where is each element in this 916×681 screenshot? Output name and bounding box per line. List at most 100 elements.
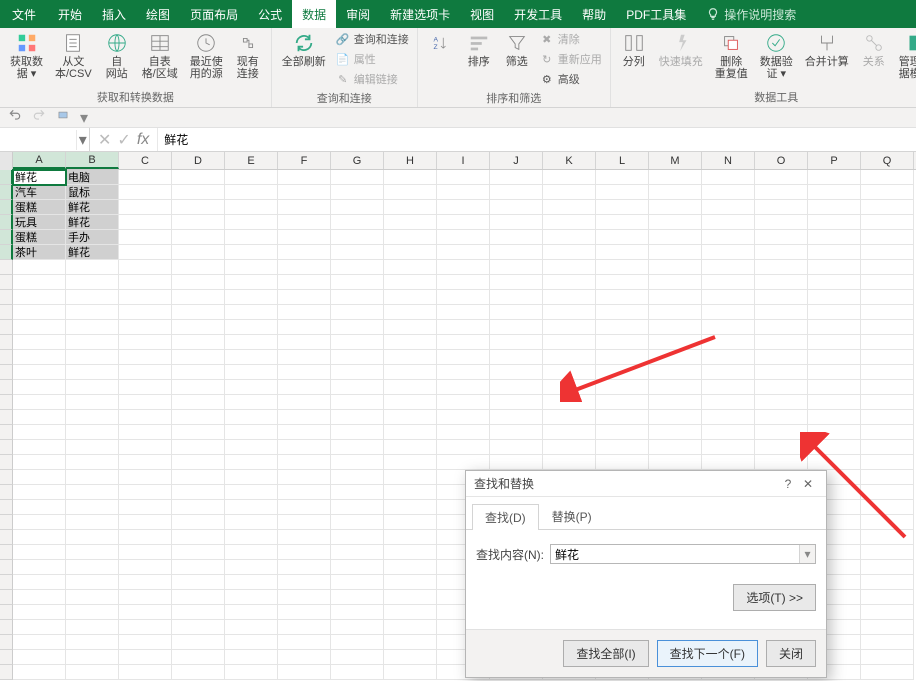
cell-C8[interactable]	[119, 275, 172, 290]
cell-D32[interactable]	[172, 635, 225, 650]
from-web-button[interactable]: 自网站	[100, 30, 134, 82]
cell-J3[interactable]	[490, 200, 543, 215]
cell-Q20[interactable]	[861, 455, 914, 470]
cell-Q2[interactable]	[861, 185, 914, 200]
cell-D16[interactable]	[172, 395, 225, 410]
cell-J9[interactable]	[490, 290, 543, 305]
cell-E3[interactable]	[225, 200, 278, 215]
cell-B24[interactable]	[66, 515, 119, 530]
text-to-columns-button[interactable]: 分列	[617, 30, 651, 70]
cell-G22[interactable]	[331, 485, 384, 500]
cell-Q27[interactable]	[861, 560, 914, 575]
cell-F24[interactable]	[278, 515, 331, 530]
row-header[interactable]	[0, 230, 13, 245]
tab-pagelayout[interactable]: 页面布局	[180, 0, 248, 28]
tab-pdf[interactable]: PDF工具集	[616, 0, 696, 28]
cell-Q26[interactable]	[861, 545, 914, 560]
cell-G6[interactable]	[331, 245, 384, 260]
row-header[interactable]	[0, 455, 13, 470]
cell-B10[interactable]	[66, 305, 119, 320]
cell-B30[interactable]	[66, 605, 119, 620]
cell-C27[interactable]	[119, 560, 172, 575]
cell-E12[interactable]	[225, 335, 278, 350]
cell-K18[interactable]	[543, 425, 596, 440]
row-header[interactable]	[0, 245, 13, 260]
cell-H33[interactable]	[384, 650, 437, 665]
cell-G21[interactable]	[331, 470, 384, 485]
cell-N6[interactable]	[702, 245, 755, 260]
cell-D17[interactable]	[172, 410, 225, 425]
cell-J14[interactable]	[490, 365, 543, 380]
tab-home[interactable]: 开始	[48, 0, 92, 28]
cell-M17[interactable]	[649, 410, 702, 425]
cell-E29[interactable]	[225, 590, 278, 605]
cell-Q9[interactable]	[861, 290, 914, 305]
cell-P1[interactable]	[808, 170, 861, 185]
cell-D18[interactable]	[172, 425, 225, 440]
cell-O10[interactable]	[755, 305, 808, 320]
cell-Q29[interactable]	[861, 590, 914, 605]
queries-connections-button[interactable]: 🔗查询和连接	[334, 30, 411, 48]
cell-O6[interactable]	[755, 245, 808, 260]
cell-K20[interactable]	[543, 455, 596, 470]
row-header[interactable]	[0, 320, 13, 335]
cell-O7[interactable]	[755, 260, 808, 275]
cell-Q4[interactable]	[861, 215, 914, 230]
cell-E25[interactable]	[225, 530, 278, 545]
cell-A1[interactable]: 鲜花	[13, 170, 66, 185]
cell-B16[interactable]	[66, 395, 119, 410]
cell-P17[interactable]	[808, 410, 861, 425]
cell-J11[interactable]	[490, 320, 543, 335]
cell-Q16[interactable]	[861, 395, 914, 410]
cell-E22[interactable]	[225, 485, 278, 500]
column-header-E[interactable]: E	[225, 152, 278, 169]
cell-F33[interactable]	[278, 650, 331, 665]
cell-A33[interactable]	[13, 650, 66, 665]
cell-I5[interactable]	[437, 230, 490, 245]
cell-Q21[interactable]	[861, 470, 914, 485]
cell-B19[interactable]	[66, 440, 119, 455]
cell-F2[interactable]	[278, 185, 331, 200]
cell-L4[interactable]	[596, 215, 649, 230]
edit-links-button[interactable]: ✎编辑链接	[334, 70, 411, 88]
cell-M18[interactable]	[649, 425, 702, 440]
cell-A5[interactable]: 蛋糕	[13, 230, 66, 245]
get-data-button[interactable]: 获取数据 ▾	[6, 30, 47, 82]
row-header[interactable]	[0, 650, 13, 665]
cell-B22[interactable]	[66, 485, 119, 500]
cell-K17[interactable]	[543, 410, 596, 425]
cell-C18[interactable]	[119, 425, 172, 440]
cell-F15[interactable]	[278, 380, 331, 395]
cell-K4[interactable]	[543, 215, 596, 230]
cell-E10[interactable]	[225, 305, 278, 320]
cell-A13[interactable]	[13, 350, 66, 365]
cell-P3[interactable]	[808, 200, 861, 215]
cell-C25[interactable]	[119, 530, 172, 545]
row-header[interactable]	[0, 665, 13, 680]
cell-L9[interactable]	[596, 290, 649, 305]
cell-M9[interactable]	[649, 290, 702, 305]
cell-B12[interactable]	[66, 335, 119, 350]
cell-L8[interactable]	[596, 275, 649, 290]
column-header-F[interactable]: F	[278, 152, 331, 169]
cell-E7[interactable]	[225, 260, 278, 275]
cell-H8[interactable]	[384, 275, 437, 290]
row-header[interactable]	[0, 590, 13, 605]
cell-I13[interactable]	[437, 350, 490, 365]
cell-A26[interactable]	[13, 545, 66, 560]
column-header-L[interactable]: L	[596, 152, 649, 169]
row-header[interactable]	[0, 305, 13, 320]
cell-D24[interactable]	[172, 515, 225, 530]
cell-F5[interactable]	[278, 230, 331, 245]
cell-E9[interactable]	[225, 290, 278, 305]
cell-M12[interactable]	[649, 335, 702, 350]
cell-G28[interactable]	[331, 575, 384, 590]
cell-M1[interactable]	[649, 170, 702, 185]
cell-E19[interactable]	[225, 440, 278, 455]
cell-E5[interactable]	[225, 230, 278, 245]
cell-Q6[interactable]	[861, 245, 914, 260]
cell-C32[interactable]	[119, 635, 172, 650]
qat-rect-icon[interactable]	[56, 108, 70, 127]
cell-C29[interactable]	[119, 590, 172, 605]
cell-C7[interactable]	[119, 260, 172, 275]
